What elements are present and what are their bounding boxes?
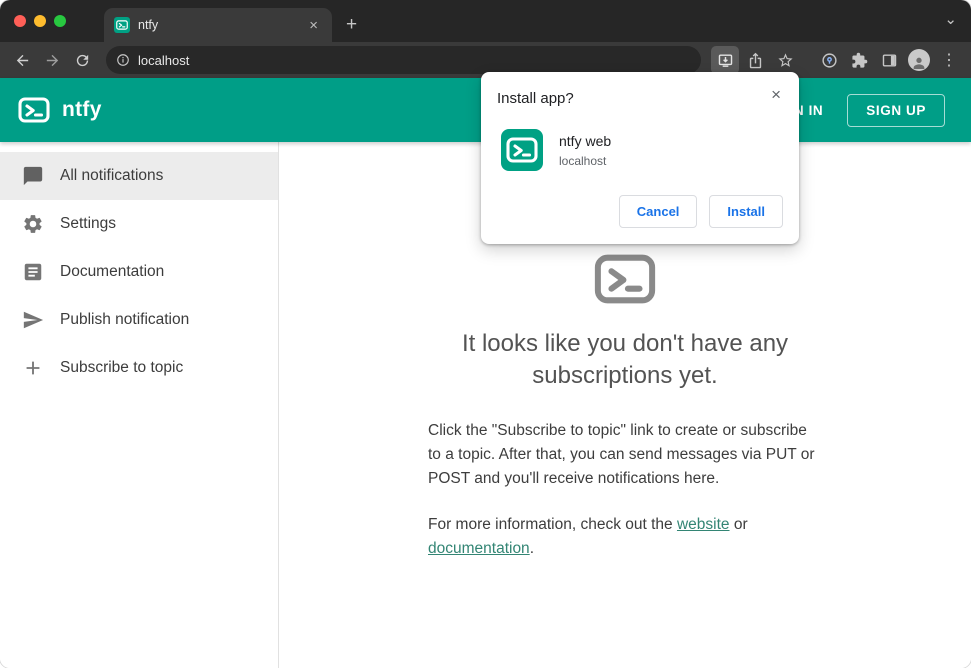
close-window-button[interactable] [14,15,26,27]
avatar [908,49,930,71]
article-icon [24,263,42,281]
person-icon [913,57,925,69]
address-bar[interactable]: localhost [106,46,701,74]
tab-search-chevron-icon[interactable]: ⌄ [944,10,957,28]
password-manager-icon [821,52,837,68]
star-icon [777,52,793,67]
gear-icon [24,215,42,233]
install-dialog-app-info: ntfy web localhost [559,133,611,168]
cancel-button[interactable]: Cancel [618,195,698,228]
documentation-link[interactable]: documentation [428,540,530,557]
install-app-button[interactable] [711,46,739,74]
browser-tab-ntfy[interactable]: ntfy × [104,8,332,42]
back-button[interactable] [8,46,36,74]
extensions-button[interactable] [845,46,873,74]
profile-button[interactable] [905,46,933,74]
install-dialog-actions: Cancel Install [497,195,783,228]
forward-arrow-icon [46,54,58,66]
sidebar-item-all-notifications[interactable]: All notifications [0,152,278,200]
sidebar-item-label: Documentation [60,263,165,280]
window-controls [0,15,78,42]
reload-icon [76,54,88,66]
puzzle-icon [851,52,867,68]
reload-button[interactable] [68,46,96,74]
ntfy-logo-icon [18,94,50,126]
empty-state-text: Click the "Subscribe to topic" link to c… [428,419,822,562]
install-app-dialog: Install app? × ntfy web localhost Cancel… [481,72,799,244]
kebab-menu-icon: ⋮ [941,52,957,69]
site-info-icon[interactable] [116,53,130,67]
sidebar-item-publish-notification[interactable]: Publish notification [0,296,278,344]
paragraph-text: For more information, check out the [428,516,677,534]
side-panel-button[interactable] [875,46,903,74]
ntfy-empty-state-logo-icon [594,248,656,310]
side-panel-icon [882,53,896,67]
zoom-window-button[interactable] [54,15,66,27]
empty-state-paragraph-links: For more information, check out the webs… [428,513,822,561]
sidebar-item-subscribe-to-topic[interactable]: Subscribe to topic [0,344,278,392]
empty-state-paragraph: Click the "Subscribe to topic" link to c… [428,421,815,488]
tab-close-icon[interactable]: × [305,16,322,35]
plus-icon [26,361,40,375]
sidebar-item-label: Subscribe to topic [60,359,184,376]
install-dialog-app-row: ntfy web localhost [497,129,783,171]
share-button[interactable] [741,46,769,74]
minimize-window-button[interactable] [34,15,46,27]
tab-strip: ntfy × + ⌄ [0,0,971,42]
sign-up-button[interactable]: SIGN UP [847,93,945,127]
website-link[interactable]: website [677,516,730,533]
browser-window: ntfy × + ⌄ localhost ⋮ ntfy IN SIGN UP A… [0,0,971,668]
password-manager-extension-button[interactable] [815,46,843,74]
ntfy-favicon-icon [114,17,130,33]
forward-button[interactable] [38,46,66,74]
chat-bubble-icon [23,166,43,186]
install-button[interactable]: Install [709,195,783,228]
address-url[interactable]: localhost [138,53,189,68]
empty-state-heading: It looks like you don't have any subscri… [461,330,789,390]
sidebar-item-label: Publish notification [60,311,190,328]
app-name: ntfy web [559,132,612,149]
share-icon [749,52,761,68]
brand-name: ntfy [62,98,102,121]
sidebar: All notifications Settings Documentation… [0,142,279,668]
install-dialog-title: Install app? [497,90,574,107]
sidebar-item-settings[interactable]: Settings [0,200,278,248]
bookmark-star-button[interactable] [771,46,799,74]
ntfy-app-icon [501,129,543,171]
app-origin: localhost [559,153,607,168]
browser-menu-button[interactable]: ⋮ [935,46,963,74]
sidebar-item-documentation[interactable]: Documentation [0,248,278,296]
close-icon[interactable]: × [767,84,785,105]
paragraph-text: . [529,540,534,558]
tab-title: ntfy [138,18,159,32]
new-tab-button[interactable]: + [332,14,369,42]
sidebar-item-label: All notifications [60,167,164,184]
back-arrow-icon [16,54,28,66]
sidebar-item-label: Settings [60,215,117,232]
install-app-icon [718,53,732,67]
send-icon [23,311,44,329]
paragraph-text: or [729,516,748,534]
